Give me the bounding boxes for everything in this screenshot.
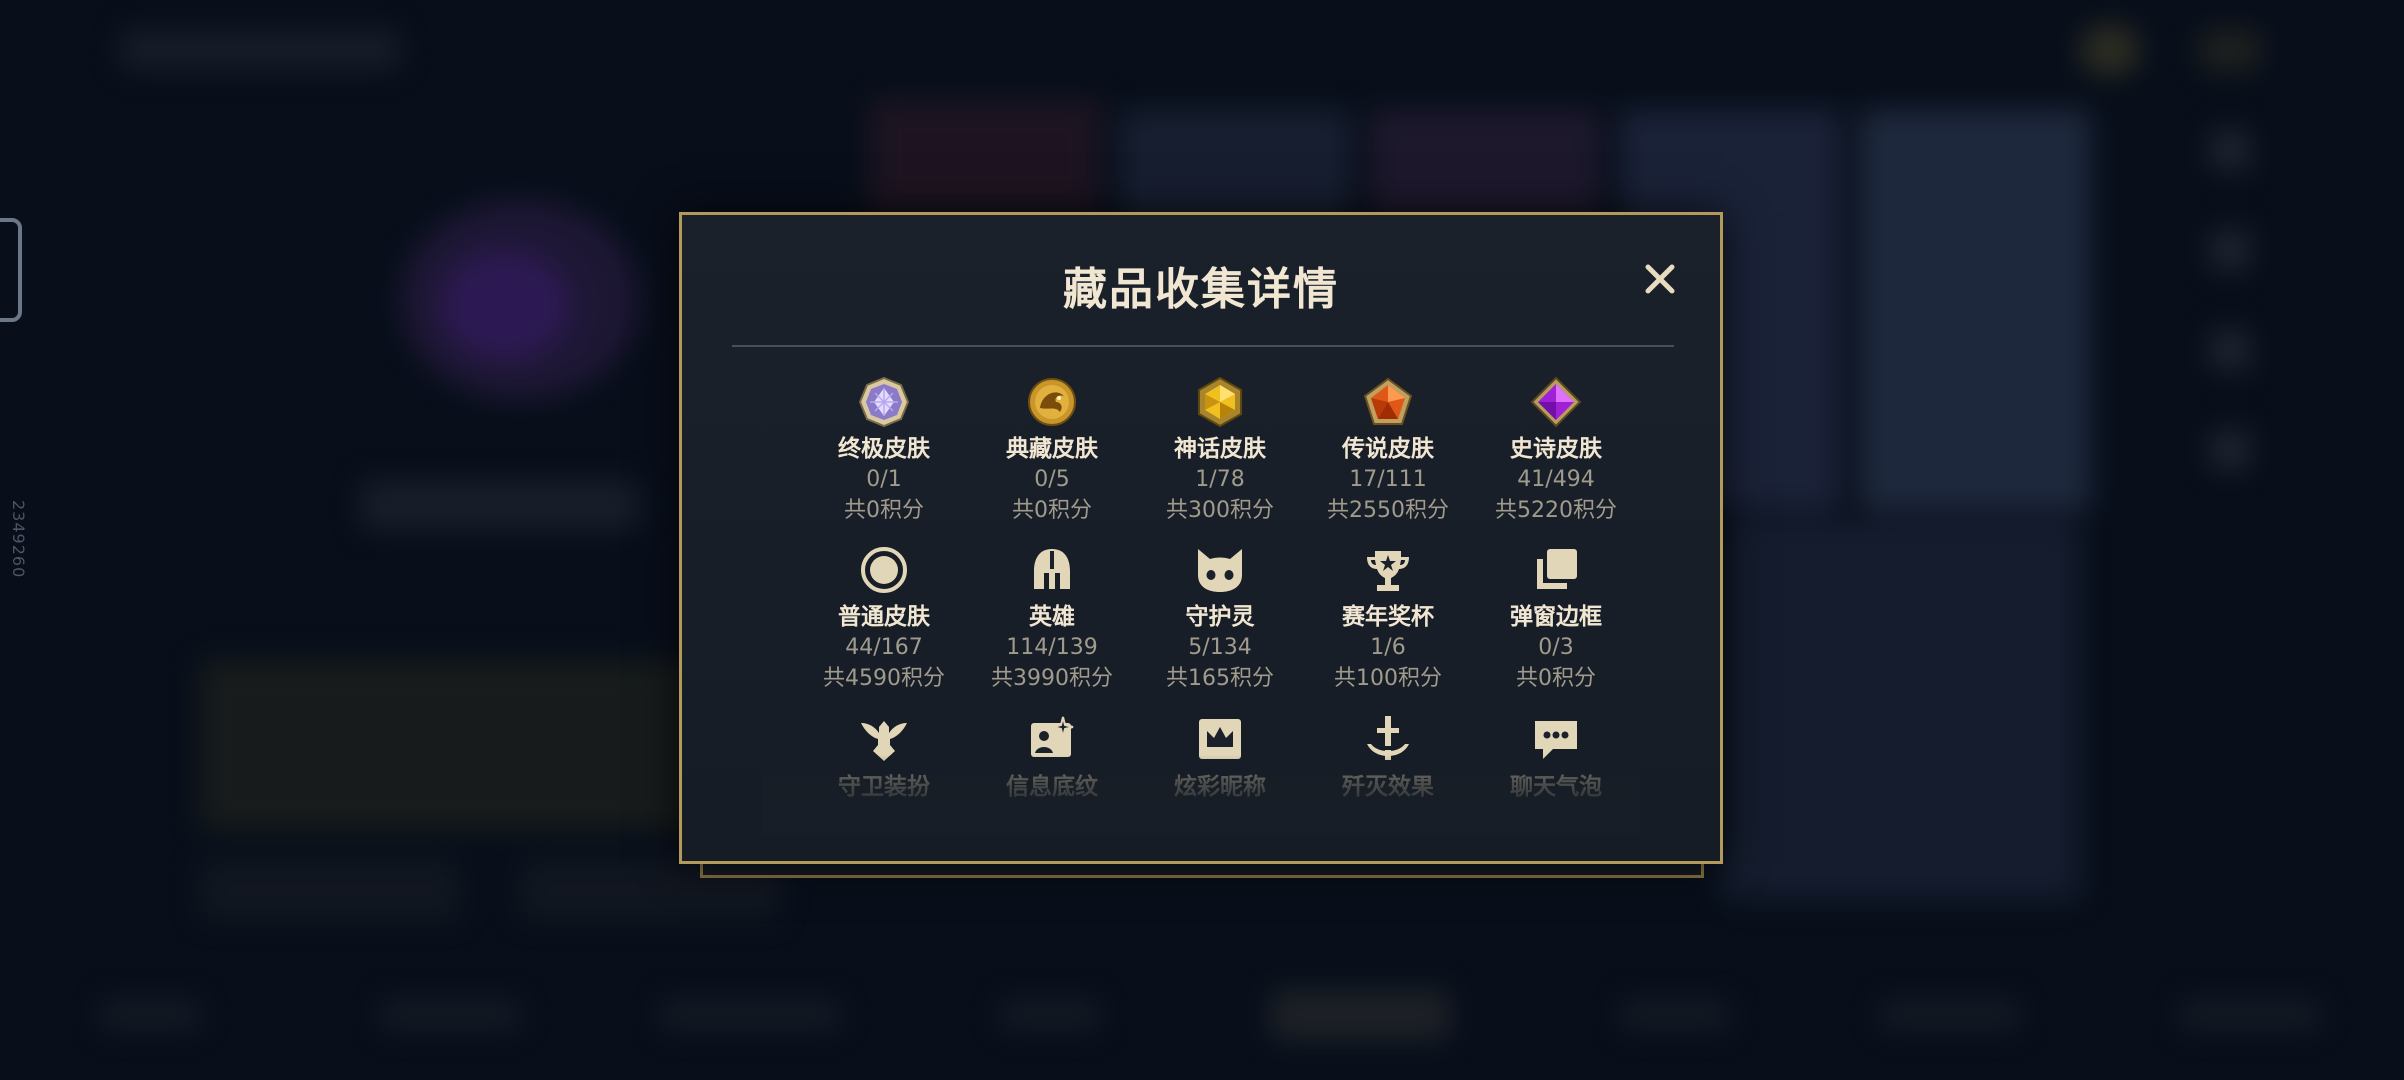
- category-points: 共100积分: [1334, 666, 1442, 691]
- category-points: 共2550积分: [1327, 498, 1449, 523]
- category-points: 共5220积分: [1495, 498, 1617, 523]
- close-icon: [1645, 264, 1675, 294]
- category-label: 英雄: [1029, 604, 1075, 630]
- category-count: 114/139: [1006, 635, 1098, 660]
- frames-icon: [1528, 543, 1584, 597]
- category-count: 17/111: [1349, 467, 1427, 492]
- card-sparkle-icon: [1024, 711, 1080, 767]
- category-label: 普通皮肤: [838, 604, 930, 630]
- modal-title: 藏品收集详情: [1063, 264, 1339, 315]
- category-popup-frames[interactable]: 弹窗边框 0/3 共0积分: [1472, 543, 1640, 695]
- category-label: 守卫装扮: [838, 774, 930, 800]
- ring-icon: [856, 543, 912, 597]
- category-label: 传说皮肤: [1342, 436, 1434, 462]
- collection-details-modal: 藏品收集详情 终极皮肤 0/1 共0积分 典藏皮肤 0/5 共0积分 神话皮肤 …: [679, 212, 1723, 864]
- category-label: 典藏皮肤: [1006, 436, 1098, 462]
- category-guardians[interactable]: 守护灵 5/134 共165积分: [1136, 543, 1304, 695]
- category-prestige-skins[interactable]: 典藏皮肤 0/5 共0积分: [968, 375, 1136, 527]
- category-chat-bubbles[interactable]: 聊天气泡: [1472, 711, 1640, 863]
- chat-bubble-icon: [1528, 711, 1584, 767]
- category-ultimate-skins[interactable]: 终极皮肤 0/1 共0积分: [800, 375, 968, 527]
- collection-grid: 终极皮肤 0/1 共0积分 典藏皮肤 0/5 共0积分 神话皮肤 1/78 共3…: [800, 375, 1640, 863]
- category-count: 1/78: [1195, 467, 1245, 492]
- sword-icon: [1360, 711, 1416, 767]
- category-count: 0/3: [1538, 635, 1574, 660]
- category-points: 共0积分: [1516, 666, 1596, 691]
- epic-gem-icon: [1528, 375, 1584, 429]
- category-mythic-skins[interactable]: 神话皮肤 1/78 共300积分: [1136, 375, 1304, 527]
- category-label: 信息底纹: [1006, 774, 1098, 800]
- legendary-gem-icon: [1360, 375, 1416, 429]
- side-id-text: 2349260: [9, 500, 28, 579]
- category-label: 歼灭效果: [1342, 774, 1434, 800]
- category-count: 5/134: [1188, 635, 1252, 660]
- category-label: 赛年奖杯: [1342, 604, 1434, 630]
- category-label: 弹窗边框: [1510, 604, 1602, 630]
- category-legendary-skins[interactable]: 传说皮肤 17/111 共2550积分: [1304, 375, 1472, 527]
- category-count: 1/6: [1370, 635, 1406, 660]
- category-points: 共3990积分: [991, 666, 1113, 691]
- helmet-icon: [1024, 543, 1080, 597]
- category-colorful-names[interactable]: 炫彩昵称: [1136, 711, 1304, 863]
- close-button[interactable]: [1640, 259, 1680, 299]
- category-info-banners[interactable]: 信息底纹: [968, 711, 1136, 863]
- category-label: 炫彩昵称: [1174, 774, 1266, 800]
- trophy-icon: [1360, 543, 1416, 597]
- category-epic-skins[interactable]: 史诗皮肤 41/494 共5220积分: [1472, 375, 1640, 527]
- category-label: 神话皮肤: [1174, 436, 1266, 462]
- category-points: 共165积分: [1166, 666, 1274, 691]
- category-count: 0/5: [1034, 467, 1070, 492]
- crown-card-icon: [1192, 711, 1248, 767]
- guardian-face-icon: [1192, 543, 1248, 597]
- category-classic-skins[interactable]: 普通皮肤 44/167 共4590积分: [800, 543, 968, 695]
- side-tab-handle[interactable]: [0, 218, 22, 322]
- category-season-trophies[interactable]: 赛年奖杯 1/6 共100积分: [1304, 543, 1472, 695]
- category-points: 共0积分: [1012, 498, 1092, 523]
- mythic-gem-icon: [1192, 375, 1248, 429]
- category-points: 共4590积分: [823, 666, 945, 691]
- category-count: 44/167: [845, 635, 923, 660]
- ultimate-gem-icon: [856, 375, 912, 429]
- category-count: 0/1: [866, 467, 902, 492]
- category-label: 聊天气泡: [1510, 774, 1602, 800]
- category-count: 41/494: [1517, 467, 1595, 492]
- dragon-emblem-icon: [1024, 375, 1080, 429]
- category-label: 终极皮肤: [838, 436, 930, 462]
- category-points: 共0积分: [844, 498, 924, 523]
- category-label: 守护灵: [1185, 604, 1255, 630]
- category-heroes[interactable]: 英雄 114/139 共3990积分: [968, 543, 1136, 695]
- category-elimination-effects[interactable]: 歼灭效果: [1304, 711, 1472, 863]
- category-points: 共300积分: [1166, 498, 1274, 523]
- modal-base-plate: [700, 864, 1704, 878]
- category-label: 史诗皮肤: [1510, 436, 1602, 462]
- ward-icon: [856, 711, 912, 767]
- category-ward-skins[interactable]: 守卫装扮: [800, 711, 968, 863]
- title-divider: [732, 345, 1674, 347]
